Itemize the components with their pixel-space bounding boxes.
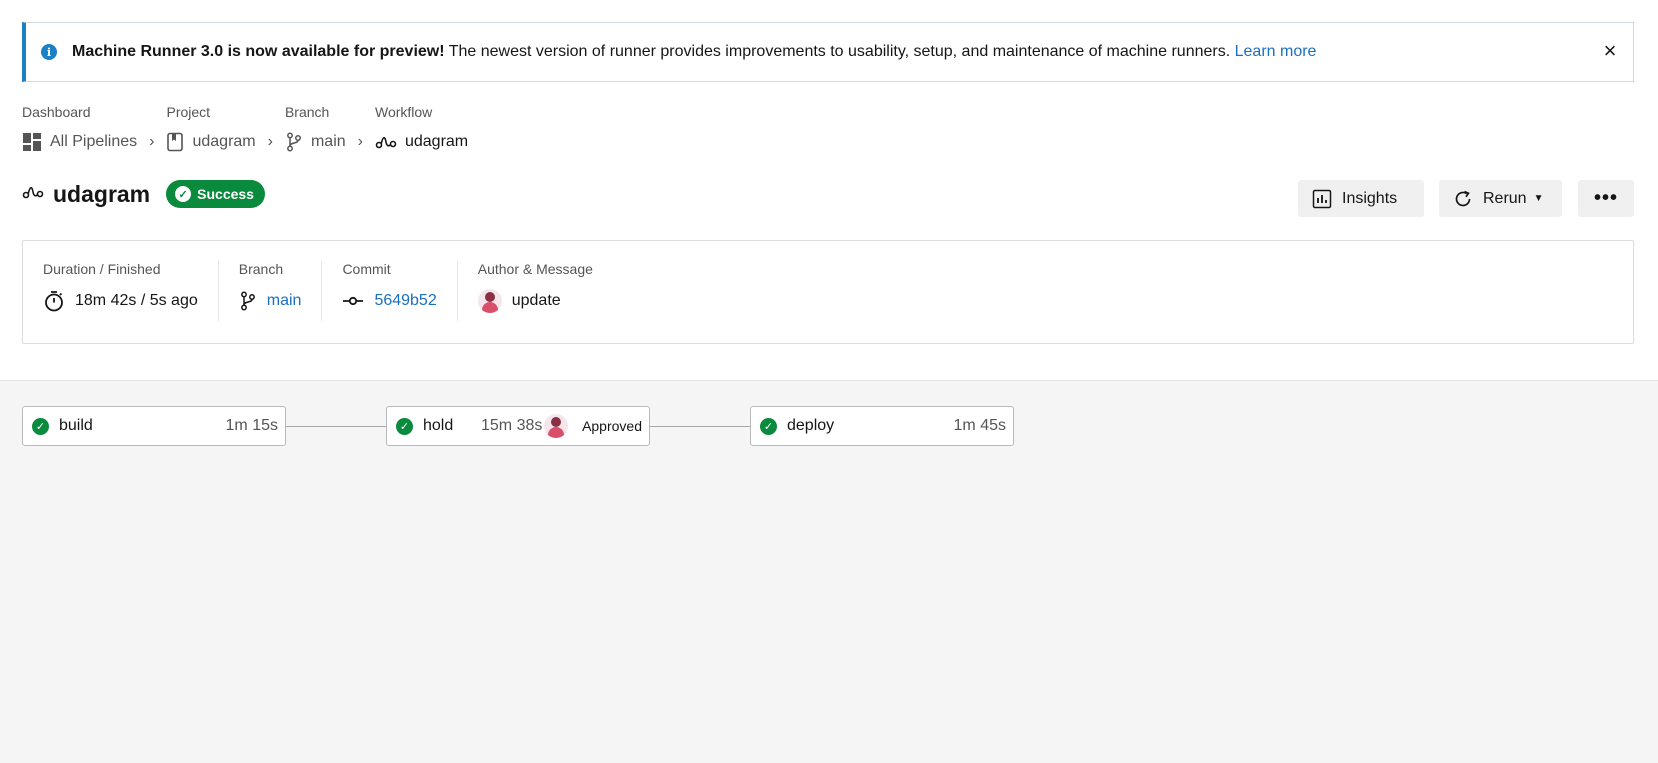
rerun-label: Rerun: [1483, 189, 1527, 207]
check-icon: ✓: [175, 186, 192, 202]
rerun-button[interactable]: Rerun ▼: [1439, 180, 1562, 217]
job-connector: [650, 426, 751, 427]
status-label: Success: [197, 186, 254, 202]
branch-icon: [239, 291, 257, 311]
breadcrumb-workflow[interactable]: Workflow udagram: [375, 104, 468, 155]
workflow-graph: ✓ build 1m 15s ✓ hold 15m 38s Approved ✓…: [0, 380, 1658, 763]
duration-label: Duration / Finished: [43, 261, 161, 277]
breadcrumb-project[interactable]: Project udagram ›: [166, 104, 284, 155]
breadcrumb-label: Branch: [284, 104, 330, 120]
breadcrumb-label: Workflow: [374, 104, 433, 120]
job-hold[interactable]: ✓ hold 15m 38s Approved: [386, 406, 650, 446]
bar-chart-icon: [1312, 189, 1332, 209]
commit-link[interactable]: 5649b52: [374, 292, 436, 310]
commit-message: update: [511, 292, 561, 309]
breadcrumb-branch[interactable]: Branch main ›: [285, 104, 375, 155]
stopwatch-icon: [43, 290, 65, 312]
insights-label: Insights: [1342, 189, 1398, 207]
insights-button[interactable]: Insights: [1298, 180, 1424, 217]
branch-icon: [285, 132, 303, 152]
job-name: build: [59, 417, 93, 434]
page-title: udagram: [53, 180, 151, 207]
more-icon: •••: [1593, 187, 1618, 209]
approval-label: Approved: [582, 418, 642, 434]
job-deploy[interactable]: ✓ deploy 1m 45s: [750, 406, 1014, 446]
breadcrumb: Dashboard All Pipelines › Project udagra…: [22, 104, 468, 155]
commit-icon: [342, 295, 364, 307]
breadcrumb-value: udagram: [192, 133, 256, 150]
breadcrumb-value: main: [310, 133, 346, 150]
banner-title: Machine Runner 3.0 is now available for …: [72, 43, 445, 60]
job-connector: [286, 426, 387, 427]
commit-label: Commit: [342, 261, 391, 277]
close-icon[interactable]: ×: [1599, 40, 1621, 62]
job-duration: 15m 38s: [481, 417, 543, 434]
check-icon: ✓: [396, 417, 413, 435]
check-icon: ✓: [760, 417, 777, 435]
author-section: Author & Message update: [458, 261, 613, 321]
page-header: udagram ✓ Success: [22, 180, 265, 208]
status-badge: ✓ Success: [166, 180, 265, 208]
learn-more-link[interactable]: Learn more: [1235, 43, 1317, 60]
approval-status: Approved: [544, 414, 642, 438]
breadcrumb-label: Project: [166, 104, 211, 120]
chevron-right-icon: ›: [149, 133, 155, 150]
banner-message: The newest version of runner provides im…: [448, 43, 1231, 60]
workflow-icon: [22, 184, 44, 205]
breadcrumb-value: All Pipelines: [50, 133, 138, 150]
job-duration: 1m 45s: [953, 417, 1006, 434]
duration-section: Duration / Finished 18m 42s / 5s ago: [23, 261, 219, 321]
chevron-right-icon: ›: [267, 133, 273, 150]
pipeline-summary: Duration / Finished 18m 42s / 5s ago Bra…: [22, 240, 1634, 344]
author-label: Author & Message: [477, 261, 593, 277]
branch-section: Branch main: [219, 261, 323, 321]
project-icon: [166, 132, 184, 152]
dashboard-icon: [22, 132, 42, 152]
job-name: hold: [423, 417, 454, 434]
avatar: [544, 414, 569, 438]
announcement-banner: i Machine Runner 3.0 is now available fo…: [22, 22, 1634, 82]
job-build[interactable]: ✓ build 1m 15s: [22, 406, 286, 446]
refresh-icon: [1453, 189, 1473, 209]
breadcrumb-value: udagram: [404, 133, 469, 150]
info-icon: i: [41, 44, 57, 60]
job-name: deploy: [787, 417, 835, 434]
workflow-icon: [375, 134, 397, 150]
more-actions-button[interactable]: •••: [1578, 180, 1634, 217]
breadcrumb-dashboard[interactable]: Dashboard All Pipelines ›: [22, 104, 166, 155]
banner-text: Machine Runner 3.0 is now available for …: [72, 43, 1316, 61]
duration-value: 18m 42s / 5s ago: [75, 292, 198, 309]
branch-link[interactable]: main: [267, 292, 302, 310]
commit-section: Commit 5649b52: [322, 261, 458, 321]
caret-down-icon: ▼: [1533, 193, 1544, 204]
job-duration: 1m 15s: [225, 417, 278, 434]
avatar: [477, 289, 502, 313]
branch-label: Branch: [238, 261, 284, 277]
breadcrumb-label: Dashboard: [22, 104, 91, 120]
check-icon: ✓: [32, 417, 49, 435]
chevron-right-icon: ›: [357, 133, 363, 150]
